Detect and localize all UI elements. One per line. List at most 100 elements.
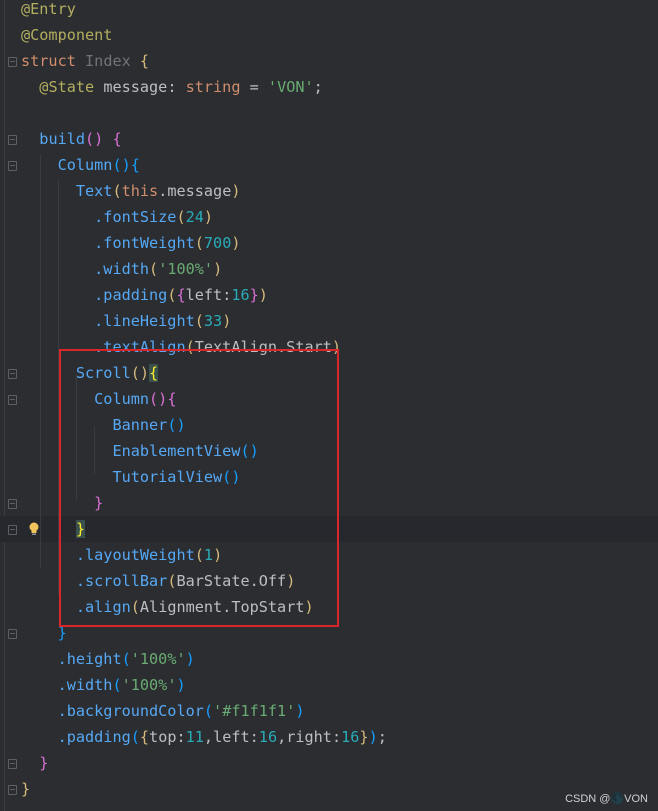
code-token: ) [185, 650, 195, 668]
watermark: CSDN @🌑VON [565, 793, 648, 805]
code-token: ( [194, 234, 204, 252]
code-token: message: [94, 78, 186, 96]
code-token: ,left: [203, 728, 259, 746]
code-line[interactable]: @Entry [0, 0, 658, 22]
code-token: } [249, 286, 259, 304]
code-token: .lineHeight [94, 312, 195, 330]
fold-icon[interactable] [8, 785, 17, 795]
code-text: .lineHeight(33) [21, 308, 231, 334]
code-token: string [185, 78, 241, 96]
code-line[interactable]: .padding({top:11,left:16,right:16}); [0, 724, 658, 750]
lightbulb-icon[interactable] [28, 522, 40, 536]
code-line[interactable]: @State message: string = 'VON'; [0, 74, 658, 100]
fold-icon[interactable] [8, 161, 17, 171]
code-line[interactable]: build() { [0, 126, 658, 152]
code-token: top: [149, 728, 186, 746]
code-line[interactable]: } [0, 750, 658, 776]
code-line[interactable]: .backgroundColor('#f1f1f1') [0, 698, 658, 724]
code-token: { [139, 52, 150, 70]
code-token: .padding [94, 286, 168, 304]
fold-icon[interactable] [8, 759, 17, 769]
code-token: 11 [185, 728, 204, 746]
code-token: .message [158, 182, 232, 200]
fold-icon[interactable] [8, 135, 17, 145]
fold-icon[interactable] [8, 369, 17, 379]
code-line[interactable]: struct Index { [0, 48, 658, 74]
code-token: 16 [258, 728, 278, 746]
code-line[interactable]: .height('100%') [0, 646, 658, 672]
code-line[interactable]: .padding({left:16}) [0, 282, 658, 308]
code-token: .width [94, 260, 150, 278]
code-token: .height [57, 650, 122, 668]
code-text: .padding({top:11,left:16,right:16}); [21, 724, 387, 750]
code-token: ) [231, 234, 241, 252]
code-token: ) [258, 286, 268, 304]
code-token: ( [176, 208, 186, 226]
code-token: ( [149, 260, 159, 278]
code-token: .width [57, 676, 113, 694]
code-token: () [112, 156, 131, 174]
code-token: ; [313, 78, 323, 96]
code-token: this [121, 182, 159, 200]
code-line[interactable]: } [0, 776, 658, 802]
code-token: ) [295, 702, 305, 720]
code-text: .backgroundColor('#f1f1f1') [21, 698, 305, 724]
code-token: '100%' [130, 650, 186, 668]
code-text: build() { [21, 126, 121, 152]
code-token: { [139, 728, 150, 746]
code-token: ( [112, 676, 122, 694]
code-token: 16 [231, 286, 250, 304]
code-line[interactable]: Column(){ [0, 152, 658, 178]
code-token: { [176, 286, 186, 304]
code-token: ( [112, 182, 122, 200]
code-line[interactable]: .fontWeight(700) [0, 230, 658, 256]
code-text: .fontSize(24) [21, 204, 213, 230]
code-token: '100%' [121, 676, 177, 694]
code-text: @Entry [21, 0, 76, 22]
fold-icon[interactable] [8, 499, 17, 509]
code-text: .width('100%') [21, 672, 186, 698]
code-line[interactable]: .lineHeight(33) [0, 308, 658, 334]
code-token: 16 [341, 728, 360, 746]
code-token: } [359, 728, 369, 746]
code-token: ( [121, 650, 131, 668]
code-token: '#f1f1f1' [213, 702, 296, 720]
indent-guide [40, 154, 41, 568]
fold-icon[interactable] [8, 395, 17, 405]
code-token: .fontWeight [94, 234, 195, 252]
code-text: @Component [21, 22, 112, 48]
code-line[interactable]: Text(this.message) [0, 178, 658, 204]
fold-icon[interactable] [8, 57, 17, 67]
code-token: ( [194, 312, 204, 330]
code-token: ; [377, 728, 387, 746]
code-token: ) [368, 728, 378, 746]
code-token: = [240, 78, 268, 96]
code-line[interactable]: .width('100%') [0, 672, 658, 698]
code-token: Column [57, 156, 113, 174]
code-editor[interactable]: @Entry @Component struct Index { @State me… [0, 0, 658, 811]
code-line[interactable] [0, 100, 658, 126]
code-token: 33 [203, 312, 223, 330]
code-token: @Entry [21, 0, 76, 18]
code-token: 700 [203, 234, 232, 252]
code-text: .fontWeight(700) [21, 230, 241, 256]
code-token: @State [39, 78, 95, 96]
code-line[interactable]: @Component [0, 22, 658, 48]
fold-icon[interactable] [8, 629, 17, 639]
code-text: } [21, 776, 30, 802]
code-token: ) [203, 208, 214, 226]
fold-icon[interactable] [8, 525, 17, 535]
code-token: ( [203, 702, 214, 720]
code-line[interactable]: .fontSize(24) [0, 204, 658, 230]
scroll-block-highlight-box [59, 349, 339, 627]
code-line[interactable]: .width('100%') [0, 256, 658, 282]
code-token: @Component [21, 26, 113, 44]
code-text: struct Index { [21, 48, 149, 74]
code-text: @State message: string = 'VON'; [21, 74, 323, 100]
